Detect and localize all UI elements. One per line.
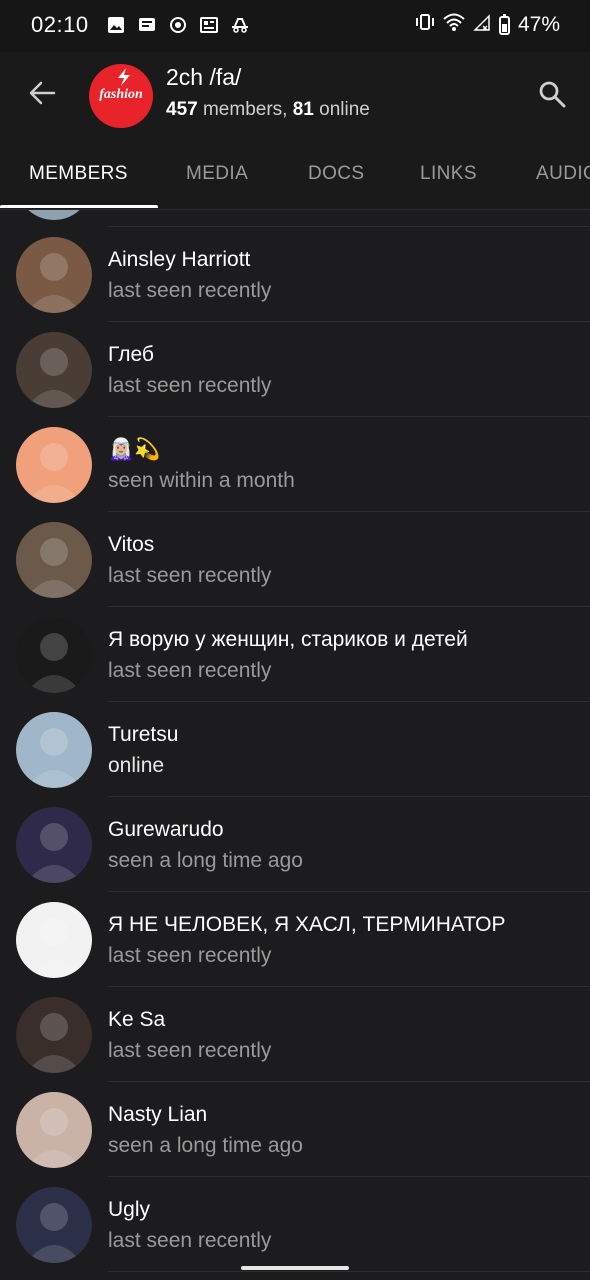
avatar-image [26,1013,82,1073]
vibrate-icon [415,12,435,38]
member-status: seen a long time ago [108,849,303,872]
avatar[interactable] [16,902,92,978]
member-status: seen within a month [108,469,295,492]
member-name: Nasty Lian [108,1103,208,1126]
member-status: last seen recently [108,279,272,302]
search-icon [539,81,566,108]
member-status: last seen recently [108,1039,272,1062]
avatar[interactable] [16,807,92,883]
member-status: last seen recently [108,659,272,682]
avatar-image [26,728,82,788]
members-label: members, [202,99,288,120]
group-subtitle: 457 members, 81 online [166,99,370,121]
avatar[interactable] [16,1187,92,1263]
tab-media[interactable]: MEDIA [186,163,248,185]
member-status: last seen recently [108,374,272,397]
avatar[interactable] [16,712,92,788]
member-row[interactable]: Ainsley Harriott last seen recently [0,227,590,322]
member-row[interactable]: Turetsu online [0,702,590,797]
back-button[interactable] [24,75,60,111]
avatar [16,210,92,220]
member-name: Ainsley Harriott [108,248,251,271]
partial-member-row[interactable] [0,210,590,227]
gallery-icon [106,15,126,35]
member-status: online [108,754,165,777]
tab-docs[interactable]: DOCS [308,163,365,185]
avatar-image [26,348,82,408]
news-icon [199,15,219,35]
tab-audio[interactable]: AUDIO [536,163,590,185]
avatar[interactable] [16,237,92,313]
avatar-image [26,633,82,693]
battery-icon [498,13,510,35]
battery-percent: 47% [517,13,560,36]
gesture-nav-bar[interactable] [241,1266,349,1270]
member-name: Ke Sa [108,1008,166,1031]
member-name: Ugly [108,1198,151,1221]
member-row[interactable]: Ugly last seen recently [0,1177,590,1272]
member-name: Глеб [108,343,154,366]
status-right-icons: 47% [415,12,560,38]
back-arrow-icon [29,81,56,105]
status-time: 02:10 [31,12,89,37]
avatar-image [26,538,82,598]
member-row[interactable]: Глеб last seen recently [0,322,590,417]
avatar-image [26,918,82,978]
avatar[interactable] [16,617,92,693]
wifi-icon [443,12,465,38]
avatar[interactable] [16,332,92,408]
member-name: Turetsu [108,723,179,746]
member-name: 🧝🏼‍♀️💫 [108,438,161,461]
member-name: Vitos [108,533,155,556]
tab-indicator [0,205,158,208]
member-row[interactable]: 🧝🏼‍♀️💫 seen within a month [0,417,590,512]
member-name: Я НЕ ЧЕЛОВЕК, Я ХАСЛ, ТЕРМИНАТОР [108,913,506,936]
divider [108,1271,590,1272]
member-list: Ainsley Harriott last seen recently Глеб la… [0,210,590,1272]
member-name: Gurewarudo [108,818,224,841]
lightning-icon [118,68,130,86]
chat-header: fashion 2ch /fa/ 457 members, 81 online [0,52,590,142]
message-icon [137,15,157,35]
members-count: 457 [166,99,198,120]
member-row[interactable]: Gurewarudo seen a long time ago [0,797,590,892]
member-row[interactable]: Я НЕ ЧЕЛОВЕК, Я ХАСЛ, ТЕРМИНАТОР last see… [0,892,590,987]
status-bar: 02:10 47% [0,0,590,52]
group-title[interactable]: 2ch /fa/ [166,64,241,91]
group-avatar-text: fashion [99,87,143,102]
incognito-icon [230,15,250,35]
online-label: online [319,99,370,120]
online-count: 81 [292,99,314,120]
search-button[interactable] [534,76,570,112]
app-icon [168,15,188,35]
avatar-image [26,443,82,503]
avatar[interactable] [16,522,92,598]
avatar-image [26,1108,82,1168]
avatar[interactable] [16,427,92,503]
status-left-icons [106,15,250,35]
avatar-image [26,253,82,313]
member-row[interactable]: Я ворую у женщин, стариков и детей last s… [0,607,590,702]
tab-links[interactable]: LINKS [420,163,477,185]
avatar[interactable] [16,997,92,1073]
signal-icon [473,12,491,38]
member-row[interactable]: Vitos last seen recently [0,512,590,607]
member-status: last seen recently [108,1229,272,1252]
member-row[interactable]: Nasty Lian seen a long time ago [0,1082,590,1177]
tab-members[interactable]: MEMBERS [29,163,128,185]
member-status: seen a long time ago [108,1134,303,1157]
avatar-image [26,1203,82,1263]
member-status: last seen recently [108,944,272,967]
avatar-image [26,823,82,883]
member-row[interactable]: Ke Sa last seen recently [0,987,590,1082]
group-avatar[interactable]: fashion [89,64,153,128]
avatar[interactable] [16,1092,92,1168]
member-status: last seen recently [108,564,272,587]
tab-bar: MEMBERS MEDIA DOCS LINKS AUDIO [0,142,590,210]
member-name: Я ворую у женщин, стариков и детей [108,628,468,651]
